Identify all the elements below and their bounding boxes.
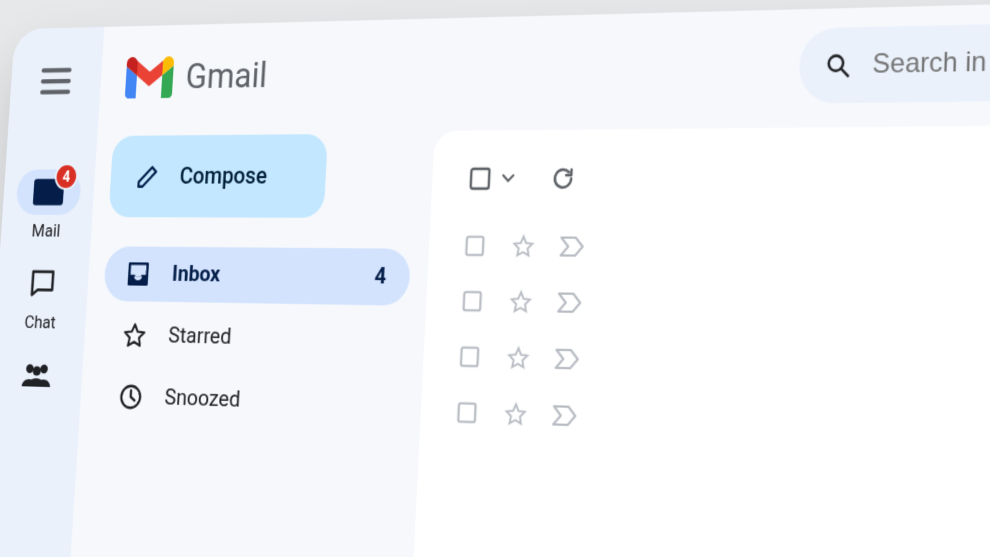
header: Gmail bbox=[98, 0, 990, 130]
hamburger-icon bbox=[40, 68, 72, 95]
mail-list-pane bbox=[402, 123, 990, 557]
caret-down-icon bbox=[502, 174, 515, 183]
rail-item-meet[interactable] bbox=[3, 351, 70, 399]
checkbox-outline-icon bbox=[463, 234, 486, 258]
inbox-count: 4 bbox=[374, 264, 387, 290]
compose-button[interactable]: Compose bbox=[108, 134, 328, 218]
chat-icon bbox=[28, 268, 57, 300]
search-bar[interactable] bbox=[798, 19, 990, 103]
important-chevron-icon bbox=[557, 292, 583, 313]
important-chevron-icon bbox=[555, 349, 581, 370]
star-icon bbox=[122, 321, 147, 349]
row-important[interactable] bbox=[557, 231, 587, 263]
nav-label-snoozed: Snoozed bbox=[164, 385, 241, 413]
rail-item-mail[interactable]: 4 Mail bbox=[14, 169, 82, 242]
row-important[interactable] bbox=[555, 287, 585, 319]
checkbox-outline-icon bbox=[458, 344, 481, 369]
mail-row[interactable] bbox=[441, 384, 990, 467]
app-window: 4 Mail Chat bbox=[0, 0, 990, 557]
inbox-icon bbox=[126, 260, 151, 288]
row-important[interactable] bbox=[552, 343, 582, 375]
rail-item-chat[interactable]: Chat bbox=[8, 260, 76, 334]
people-icon bbox=[20, 361, 54, 389]
row-star[interactable] bbox=[506, 286, 536, 318]
folder-nav: Compose Inbox 4 bbox=[57, 127, 435, 557]
app-name: Gmail bbox=[185, 54, 269, 97]
rail-label-chat: Chat bbox=[24, 312, 57, 333]
row-checkbox[interactable] bbox=[452, 397, 482, 429]
important-chevron-icon bbox=[560, 236, 586, 256]
checkbox-outline-icon bbox=[467, 165, 492, 191]
star-outline-icon bbox=[512, 234, 535, 259]
checkbox-outline-icon bbox=[455, 400, 478, 425]
nav-label-starred: Starred bbox=[168, 323, 232, 350]
nav-item-snoozed[interactable]: Snoozed bbox=[95, 368, 404, 434]
refresh-button[interactable] bbox=[542, 156, 585, 201]
row-checkbox[interactable] bbox=[455, 341, 485, 373]
important-chevron-icon bbox=[552, 405, 578, 426]
main-menu-button[interactable] bbox=[31, 54, 80, 108]
refresh-icon bbox=[550, 165, 576, 192]
row-important[interactable] bbox=[550, 399, 580, 432]
row-star[interactable] bbox=[501, 398, 531, 430]
star-outline-icon bbox=[504, 401, 528, 427]
row-checkbox[interactable] bbox=[457, 286, 487, 317]
row-star[interactable] bbox=[508, 231, 538, 262]
search-input[interactable] bbox=[870, 41, 990, 82]
mail-row[interactable] bbox=[450, 218, 990, 282]
nav-item-starred[interactable]: Starred bbox=[99, 307, 408, 370]
star-outline-icon bbox=[509, 290, 533, 315]
checkbox-outline-icon bbox=[461, 289, 484, 314]
gmail-logo[interactable]: Gmail bbox=[125, 54, 269, 98]
nav-item-inbox[interactable]: Inbox 4 bbox=[103, 246, 411, 305]
clock-icon bbox=[118, 383, 143, 411]
list-toolbar bbox=[453, 148, 990, 206]
gmail-logo-icon bbox=[125, 56, 175, 98]
compose-label: Compose bbox=[179, 163, 268, 190]
star-outline-icon bbox=[506, 345, 530, 370]
mail-badge: 4 bbox=[54, 163, 79, 190]
nav-label-inbox: Inbox bbox=[171, 262, 221, 288]
select-all-dropdown[interactable] bbox=[459, 157, 515, 201]
row-checkbox[interactable] bbox=[460, 230, 490, 261]
pencil-icon bbox=[135, 163, 160, 190]
row-star[interactable] bbox=[503, 342, 533, 374]
search-icon bbox=[825, 50, 851, 80]
rail-label-mail: Mail bbox=[31, 221, 61, 242]
